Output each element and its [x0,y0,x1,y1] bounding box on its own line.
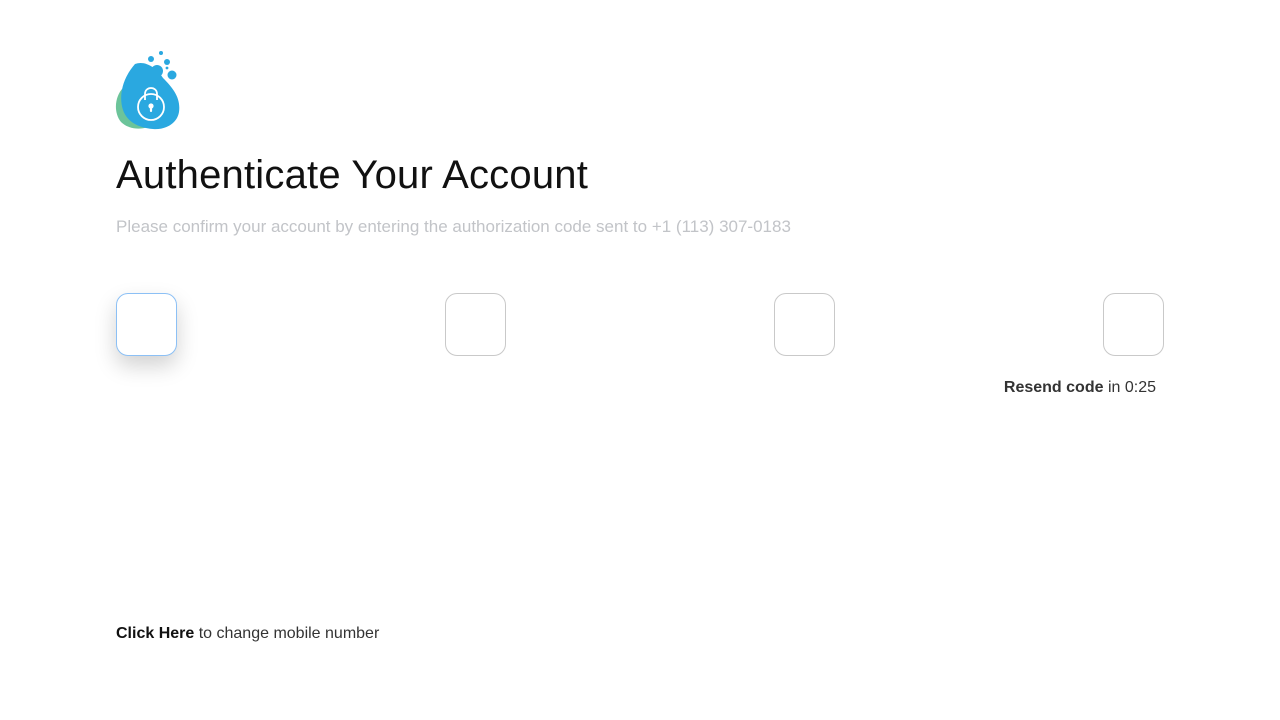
resend-countdown: in 0:25 [1107,379,1156,396]
click-here-link[interactable]: Click Here [116,625,194,642]
code-input-1[interactable] [116,293,177,356]
code-input-4[interactable] [1103,293,1164,356]
change-number-text: to change mobile number [198,625,380,642]
resend-row: Resend code in 0:25 [1004,379,1156,397]
resend-code-link[interactable]: Resend code [1004,379,1104,396]
lock-blob-icon [115,51,180,130]
change-number-row: Click Here to change mobile number [116,625,379,643]
code-input-2[interactable] [445,293,506,356]
auth-page: Authenticate Your Account Please confirm… [0,0,1280,720]
logo [113,50,183,132]
page-title: Authenticate Your Account [116,153,589,197]
page-subtitle: Please confirm your account by entering … [116,217,791,236]
code-input-3[interactable] [774,293,835,356]
